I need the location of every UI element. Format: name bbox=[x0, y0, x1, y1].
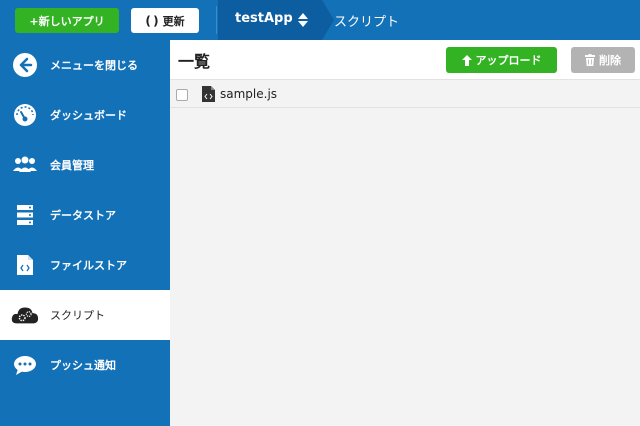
new-app-button[interactable]: +新しいアプリ bbox=[15, 8, 119, 33]
content-header: 一覧 アップロード 削除 bbox=[170, 40, 640, 80]
dashboard-gauge-icon bbox=[11, 101, 39, 129]
delete-button[interactable]: 削除 bbox=[571, 47, 635, 73]
file-row[interactable]: sample.js bbox=[170, 81, 640, 108]
sidebar-item-label: 会員管理 bbox=[50, 159, 94, 172]
upload-label: アップロード bbox=[475, 54, 542, 67]
trash-icon bbox=[585, 54, 595, 66]
delete-label: 削除 bbox=[599, 54, 621, 67]
breadcrumb-current: スクリプト bbox=[334, 15, 400, 30]
sidebar: メニューを閉じる ダッシュボード 会員管理 データストア ファイルストア スクリ… bbox=[0, 40, 170, 426]
upload-button[interactable]: アップロード bbox=[446, 47, 557, 73]
top-bar: +新しいアプリ ( ) 更新 testApp スクリプト bbox=[0, 0, 640, 40]
breadcrumb-arrow bbox=[322, 0, 334, 40]
sort-updown-icon bbox=[298, 13, 308, 27]
sidebar-item-push[interactable]: プッシュ通知 bbox=[0, 340, 170, 390]
app-name: testApp bbox=[235, 11, 293, 26]
sidebar-item-label: ファイルストア bbox=[50, 259, 127, 272]
refresh-button[interactable]: ( ) 更新 bbox=[131, 8, 199, 33]
sidebar-item-label: プッシュ通知 bbox=[50, 359, 116, 372]
code-file-icon bbox=[11, 251, 39, 279]
file-name[interactable]: sample.js bbox=[220, 87, 277, 101]
divider bbox=[216, 6, 217, 34]
cloud-gears-icon bbox=[11, 301, 39, 329]
sidebar-item-filestore[interactable]: ファイルストア bbox=[0, 240, 170, 290]
database-icon bbox=[11, 201, 39, 229]
users-icon bbox=[11, 151, 39, 179]
sidebar-item-script[interactable]: スクリプト bbox=[0, 290, 170, 340]
refresh-icon: ( ) bbox=[145, 13, 158, 28]
sidebar-item-label: ダッシュボード bbox=[50, 109, 127, 122]
sidebar-item-close-menu[interactable]: メニューを閉じる bbox=[0, 40, 170, 90]
upload-arrow-icon bbox=[461, 54, 472, 66]
page-title: 一覧 bbox=[178, 52, 211, 71]
sidebar-item-label: データストア bbox=[50, 209, 116, 222]
sidebar-item-dashboard[interactable]: ダッシュボード bbox=[0, 90, 170, 140]
app-selector[interactable]: testApp bbox=[218, 0, 334, 40]
file-checkbox[interactable] bbox=[176, 89, 188, 101]
chat-bubble-icon bbox=[11, 351, 39, 379]
refresh-label: 更新 bbox=[162, 14, 185, 28]
back-arrow-icon bbox=[11, 51, 39, 79]
sidebar-item-datastore[interactable]: データストア bbox=[0, 190, 170, 240]
sidebar-item-label: スクリプト bbox=[50, 309, 105, 322]
js-file-icon bbox=[202, 86, 215, 102]
sidebar-item-members[interactable]: 会員管理 bbox=[0, 140, 170, 190]
sidebar-item-label: メニューを閉じる bbox=[50, 59, 138, 72]
